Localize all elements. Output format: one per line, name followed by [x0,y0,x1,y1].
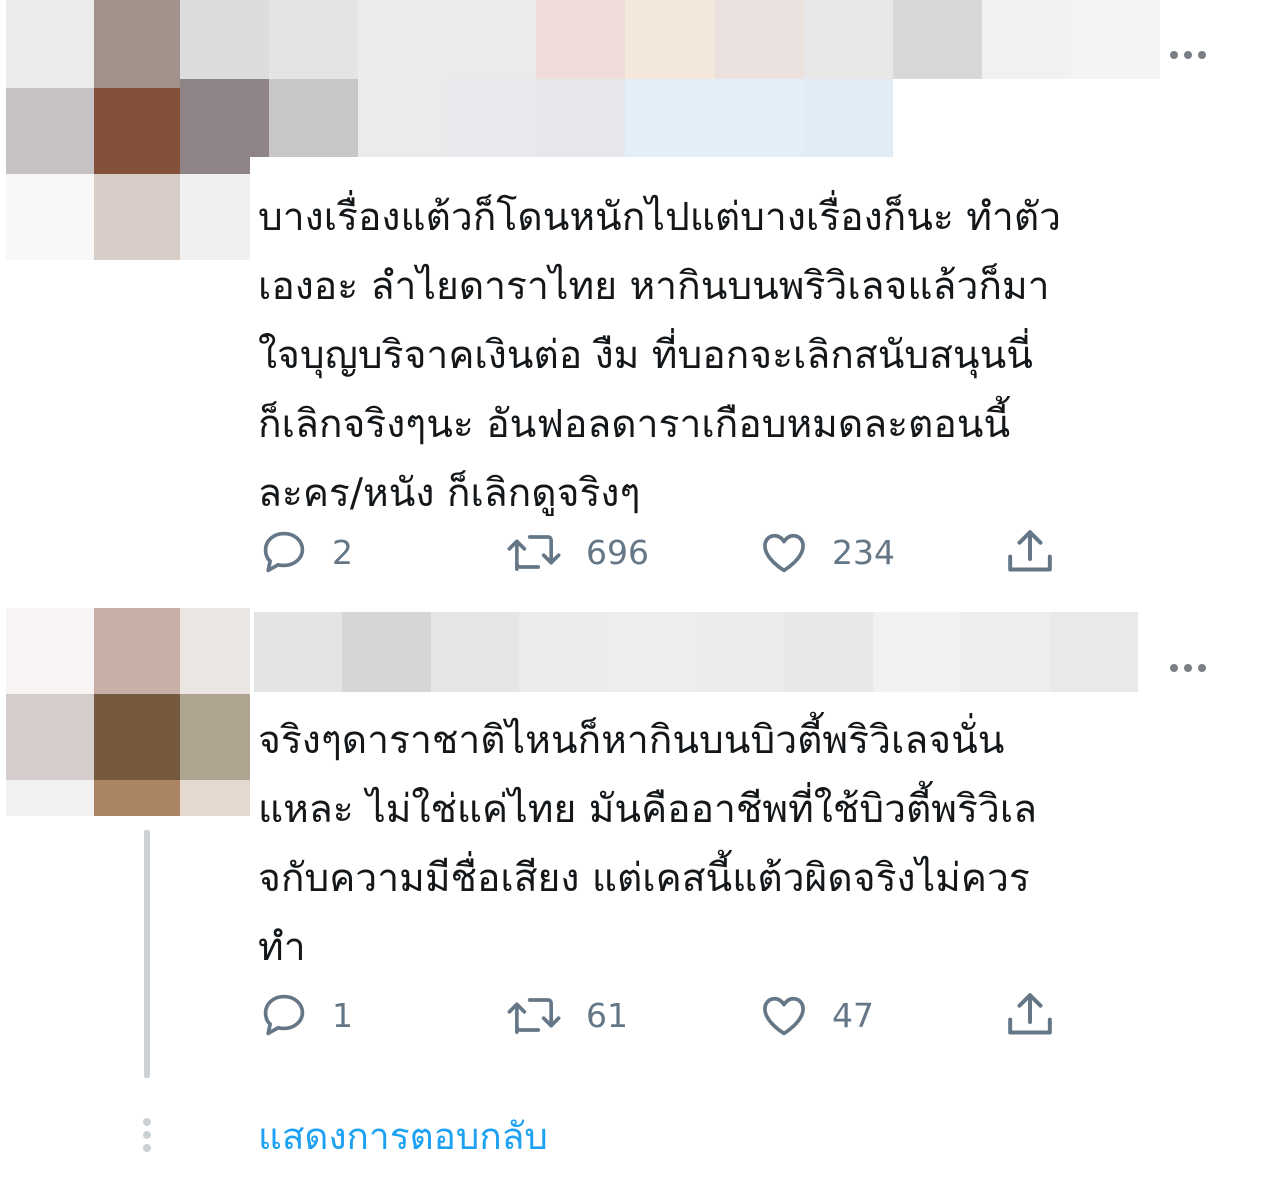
tweet-actions: 2 696 234 [258,522,1078,582]
like-button[interactable]: 47 [758,985,874,1045]
retweet-count: 696 [586,532,649,572]
heart-icon [763,533,805,573]
retweet-icon [507,535,561,571]
user-name-redacted[interactable] [254,612,1138,692]
reply-icon [263,531,305,573]
reply-count: 1 [332,995,353,1035]
retweet-button[interactable]: 696 [504,522,649,582]
reply-count: 2 [332,532,353,572]
retweet-button[interactable]: 61 [504,985,628,1045]
user-name-redacted[interactable] [180,0,1160,157]
share-icon [1008,993,1052,1035]
heart-icon [763,996,805,1036]
reply-button[interactable]: 1 [258,985,353,1045]
retweet-icon [507,998,561,1034]
like-count: 234 [832,532,895,572]
reply-button[interactable]: 2 [258,522,353,582]
retweet-count: 61 [586,995,628,1035]
avatar[interactable] [6,608,250,816]
share-button[interactable] [1002,522,1058,582]
like-count: 47 [832,995,874,1035]
show-replies-link[interactable]: แสดงการตอบกลับ [258,1110,548,1164]
tweet-text: บางเรื่องแต้วก็โดนหนักไปแต่บางเรื่องก็นะ… [258,195,1062,516]
thread-continuation-dots [143,1118,151,1152]
share-icon [1008,530,1052,572]
share-button[interactable] [1002,985,1058,1045]
reply-icon [263,994,305,1036]
tweet-actions: 1 61 47 [258,985,1078,1045]
tweet-text: จริงๆดาราชาติไหนก็หากินบนบิวตี้พริวิเลจน… [258,718,1038,970]
thread-line [144,830,150,1078]
more-dots-icon[interactable] [1170,664,1206,672]
more-dots-icon[interactable] [1170,51,1206,59]
like-button[interactable]: 234 [758,522,895,582]
